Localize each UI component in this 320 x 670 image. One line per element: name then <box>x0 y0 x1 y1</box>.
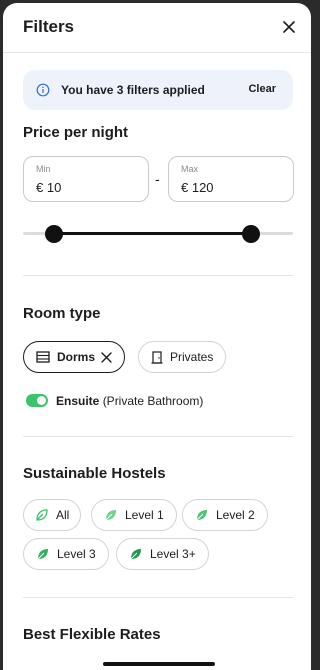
max-price-field[interactable]: Max € 120 <box>168 156 294 202</box>
close-icon <box>283 21 295 33</box>
sustainable-level-2-label: Level 2 <box>216 508 255 522</box>
ensuite-label: Ensuite (Private Bathroom) <box>56 394 203 408</box>
ensuite-detail: (Private Bathroom) <box>102 394 204 408</box>
sustainable-level-3-label: Level 3 <box>57 547 96 561</box>
remove-dorms-icon[interactable] <box>101 351 112 363</box>
leaf-icon <box>36 547 50 561</box>
price-section-title: Price per night <box>23 124 129 141</box>
room-type-dorms-label: Dorms <box>57 350 96 364</box>
price-separator: - <box>155 171 160 187</box>
ensuite-title: Ensuite <box>56 394 100 408</box>
sustainable-level-3-chip[interactable]: Level 3 <box>23 538 109 570</box>
sustainable-level-1-label: Level 1 <box>125 508 164 522</box>
clear-filters-button[interactable]: Clear <box>248 83 276 95</box>
sustainable-level-1-chip[interactable]: Level 1 <box>91 499 177 531</box>
sustainable-level-2-chip[interactable]: Level 2 <box>182 499 268 531</box>
room-type-privates-chip[interactable]: Privates <box>138 341 227 373</box>
sustainable-all-label: All <box>56 508 70 522</box>
divider <box>23 436 293 437</box>
door-icon <box>151 350 163 364</box>
room-type-section-title: Room type <box>23 305 101 322</box>
leaf-icon <box>195 508 209 522</box>
filters-sheet: Filters You have 3 filters applied Clear… <box>3 3 311 670</box>
sustainable-level-3-plus-label: Level 3+ <box>150 547 196 561</box>
min-price-slider-handle[interactable] <box>45 225 63 243</box>
toggle-knob <box>37 396 46 405</box>
room-type-dorms-chip[interactable]: Dorms <box>23 341 126 373</box>
sustainable-level-3-plus-chip[interactable]: Level 3+ <box>116 538 209 570</box>
home-indicator <box>103 662 215 666</box>
max-price-slider-handle[interactable] <box>242 225 260 243</box>
sustainable-section-title: Sustainable Hostels <box>23 465 166 482</box>
leaf-icon <box>104 508 118 522</box>
min-price-label: Min <box>36 164 51 174</box>
filters-applied-banner: You have 3 filters applied Clear <box>23 70 293 110</box>
divider <box>23 597 293 598</box>
ensuite-toggle[interactable] <box>26 394 48 407</box>
sustainable-all-chip[interactable]: All <box>23 499 82 531</box>
filters-header: Filters <box>3 3 311 53</box>
close-button[interactable] <box>277 15 301 39</box>
leaf-icon <box>129 547 143 561</box>
page-title: Filters <box>23 17 75 36</box>
price-slider-range <box>54 232 251 235</box>
min-price-value[interactable]: € 10 <box>36 180 61 195</box>
flexible-rates-section-title: Best Flexible Rates <box>23 626 161 643</box>
room-type-privates-label: Privates <box>170 350 214 364</box>
info-icon <box>36 83 50 97</box>
max-price-value[interactable]: € 120 <box>181 180 214 195</box>
bunk-bed-icon <box>36 351 50 363</box>
divider <box>23 275 293 276</box>
max-price-label: Max <box>181 164 199 174</box>
min-price-field[interactable]: Min € 10 <box>23 156 149 202</box>
leaf-outline-icon <box>35 508 49 522</box>
filters-applied-text: You have 3 filters applied <box>61 83 205 97</box>
